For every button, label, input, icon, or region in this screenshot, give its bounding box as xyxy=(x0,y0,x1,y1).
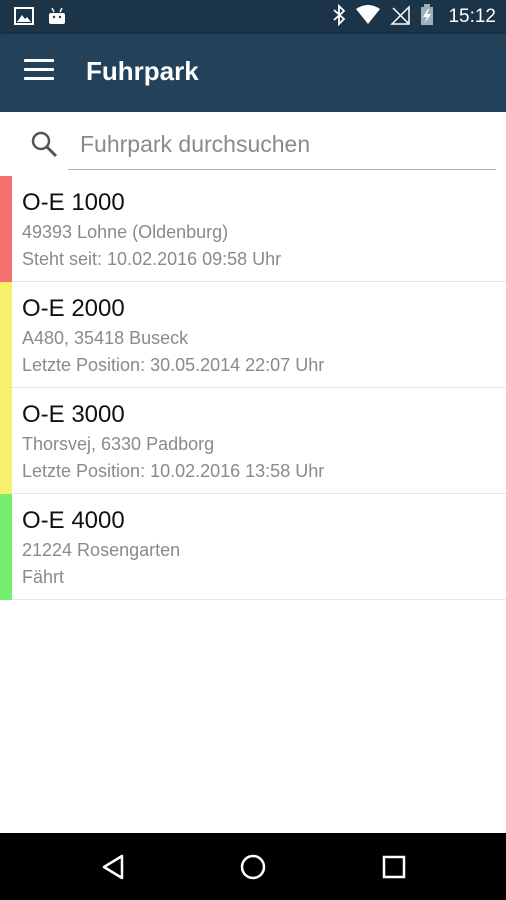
vehicle-location: Thorsvej, 6330 Padborg xyxy=(22,434,215,454)
vehicle-list: O-E 1000 49393 Lohne (Oldenburg) Steht s… xyxy=(0,176,506,600)
search-input[interactable] xyxy=(68,120,496,170)
status-bar: 15:12 xyxy=(0,0,506,34)
status-color-bar xyxy=(0,282,12,388)
status-time: 15:12 xyxy=(448,6,496,27)
vehicle-location: 21224 Rosengarten xyxy=(22,540,181,560)
home-icon[interactable] xyxy=(237,851,269,883)
page-title: Fuhrpark xyxy=(86,56,199,86)
vehicle-plate: O-E 1000 xyxy=(22,189,125,216)
vehicle-location: 49393 Lohne (Oldenburg) xyxy=(22,222,229,242)
signal-icon xyxy=(390,4,411,30)
wifi-icon xyxy=(356,4,381,30)
navigation-bar xyxy=(0,833,506,900)
vehicle-plate: O-E 3000 xyxy=(22,401,125,428)
search-icon[interactable] xyxy=(30,130,58,158)
status-color-bar xyxy=(0,176,12,282)
vehicle-status: Letzte Position: 30.05.2014 22:07 Uhr xyxy=(22,355,325,375)
status-color-bar xyxy=(0,494,12,600)
list-item[interactable]: O-E 4000 21224 Rosengarten Fährt xyxy=(0,494,506,600)
list-item[interactable]: O-E 3000 Thorsvej, 6330 Padborg Letzte P… xyxy=(0,388,506,494)
vehicle-status: Letzte Position: 10.02.2016 13:58 Uhr xyxy=(22,461,325,481)
battery-charging-icon xyxy=(420,3,434,31)
back-icon[interactable] xyxy=(98,851,130,883)
recents-icon[interactable] xyxy=(378,851,410,883)
vehicle-status: Steht seit: 10.02.2016 09:58 Uhr xyxy=(22,249,282,269)
android-icon xyxy=(48,7,66,30)
list-item[interactable]: O-E 1000 49393 Lohne (Oldenburg) Steht s… xyxy=(0,176,506,282)
vehicle-plate: O-E 4000 xyxy=(22,507,125,534)
vehicle-plate: O-E 2000 xyxy=(22,295,125,322)
status-color-bar xyxy=(0,388,12,494)
search-bar xyxy=(0,112,506,176)
vehicle-status: Fährt xyxy=(22,567,65,587)
bluetooth-icon xyxy=(332,3,346,31)
app-bar: Fuhrpark xyxy=(0,34,506,112)
menu-icon[interactable] xyxy=(24,59,54,87)
vehicle-location: A480, 35418 Buseck xyxy=(22,328,189,348)
image-icon xyxy=(14,7,34,30)
list-item[interactable]: O-E 2000 A480, 35418 Buseck Letzte Posit… xyxy=(0,282,506,388)
